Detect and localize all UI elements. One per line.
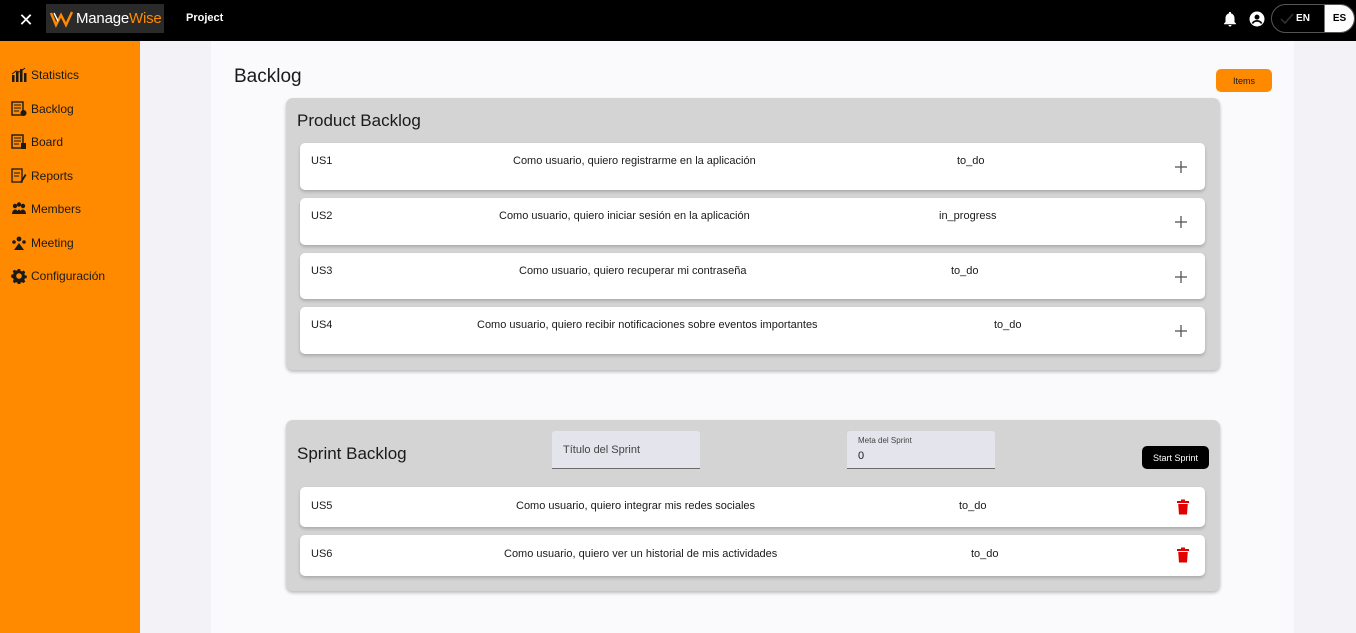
sidebar-item-reports[interactable]: Reports	[11, 166, 73, 186]
backlog-icon	[11, 101, 27, 116]
row-description: Como usuario, quiero recuperar mi contra…	[519, 265, 747, 277]
row-id: US3	[311, 265, 333, 277]
row-id: US5	[311, 500, 333, 512]
sprint-goal-input[interactable]: Meta del Sprint 0	[847, 431, 995, 469]
lang-es-option[interactable]: ES	[1324, 5, 1354, 32]
sprint-backlog-card: Sprint Backlog Título del Sprint Meta de…	[286, 420, 1220, 591]
members-icon	[12, 202, 26, 214]
sidebar-item-configuracion[interactable]: Configuración	[11, 266, 105, 286]
lang-es-label: ES	[1332, 13, 1347, 24]
reports-icon	[11, 168, 27, 183]
sidebar-item-label: Board	[31, 135, 64, 149]
sidebar-item-board[interactable]: Board	[11, 132, 63, 152]
logo-mark-icon	[50, 10, 74, 28]
gear-icon	[11, 269, 27, 284]
row-status: to_do	[957, 155, 985, 167]
sidebar-item-meeting[interactable]: Meeting	[11, 233, 74, 253]
row-description: Como usuario, quiero integrar mis redes …	[516, 500, 756, 512]
top-bar: ✕ ManageWise Project EN ES	[0, 0, 1356, 41]
sidebar-item-backlog[interactable]: Backlog	[11, 99, 74, 119]
sidebar: Statistics Backlog Board Reports Members	[0, 41, 140, 633]
start-sprint-button[interactable]: Start Sprint	[1142, 446, 1209, 469]
sidebar-item-statistics[interactable]: Statistics	[11, 65, 79, 85]
add-icon[interactable]	[1173, 214, 1189, 230]
check-icon	[1280, 13, 1294, 25]
items-button[interactable]: Items	[1216, 69, 1272, 92]
row-status: to_do	[994, 319, 1022, 331]
backlog-row-us3[interactable]: US3 Como usuario, quiero recuperar mi co…	[300, 253, 1205, 299]
sprint-row-us6[interactable]: US6 Como usuario, quiero ver un historia…	[300, 535, 1205, 576]
row-status: in_progress	[939, 210, 997, 222]
sidebar-item-label: Members	[31, 202, 82, 216]
add-icon[interactable]	[1173, 269, 1189, 285]
sprint-goal-label: Meta del Sprint	[858, 436, 912, 445]
lang-en-label: EN	[1296, 13, 1310, 24]
sidebar-item-label: Backlog	[31, 102, 74, 116]
add-icon[interactable]	[1173, 159, 1189, 175]
language-toggle: EN ES	[1271, 4, 1355, 33]
sprint-title-placeholder: Título del Sprint	[563, 444, 641, 456]
row-description: Como usuario, quiero recibir notificacio…	[477, 319, 818, 331]
row-id: US6	[311, 548, 333, 560]
row-id: US2	[311, 210, 333, 222]
backlog-row-us1[interactable]: US1 Como usuario, quiero registrarme en …	[300, 143, 1205, 190]
row-description: Como usuario, quiero registrarme en la a…	[513, 155, 756, 167]
lang-en-option[interactable]: EN	[1272, 5, 1324, 32]
row-status: to_do	[971, 548, 999, 560]
board-icon	[11, 134, 26, 149]
meeting-icon	[12, 236, 26, 250]
logo: ManageWise	[46, 4, 164, 33]
row-id: US1	[311, 155, 333, 167]
sidebar-item-label: Meeting	[31, 236, 74, 250]
sidebar-item-members[interactable]: Members	[11, 199, 81, 219]
close-icon[interactable]: ✕	[16, 10, 36, 30]
sprint-title-input[interactable]: Título del Sprint	[552, 431, 700, 469]
delete-icon[interactable]	[1176, 547, 1190, 563]
sidebar-item-label: Statistics	[31, 68, 80, 82]
add-icon[interactable]	[1173, 323, 1189, 339]
row-id: US4	[311, 319, 333, 331]
product-backlog-title: Product Backlog	[297, 111, 421, 130]
sidebar-item-label: Configuración	[31, 269, 106, 283]
row-status: to_do	[951, 265, 979, 277]
account-icon[interactable]	[1248, 10, 1266, 28]
bar-chart-icon	[11, 67, 27, 82]
backlog-row-us4[interactable]: US4 Como usuario, quiero recibir notific…	[300, 307, 1205, 354]
sidebar-item-label: Reports	[31, 169, 74, 183]
product-backlog-card: Product Backlog US1 Como usuario, quiero…	[286, 98, 1220, 370]
row-status: to_do	[959, 500, 987, 512]
project-link[interactable]: Project	[186, 12, 223, 24]
logo-text: ManageWise	[76, 10, 162, 27]
sprint-backlog-title: Sprint Backlog	[297, 444, 407, 463]
page-title: Backlog	[234, 66, 302, 87]
row-description: Como usuario, quiero ver un historial de…	[504, 548, 778, 560]
backlog-row-us2[interactable]: US2 Como usuario, quiero iniciar sesión …	[300, 198, 1205, 245]
row-description: Como usuario, quiero iniciar sesión en l…	[499, 210, 750, 222]
delete-icon[interactable]	[1176, 499, 1190, 515]
sprint-goal-value: 0	[858, 450, 865, 462]
sprint-row-us5[interactable]: US5 Como usuario, quiero integrar mis re…	[300, 487, 1205, 527]
bell-icon[interactable]	[1221, 10, 1239, 28]
